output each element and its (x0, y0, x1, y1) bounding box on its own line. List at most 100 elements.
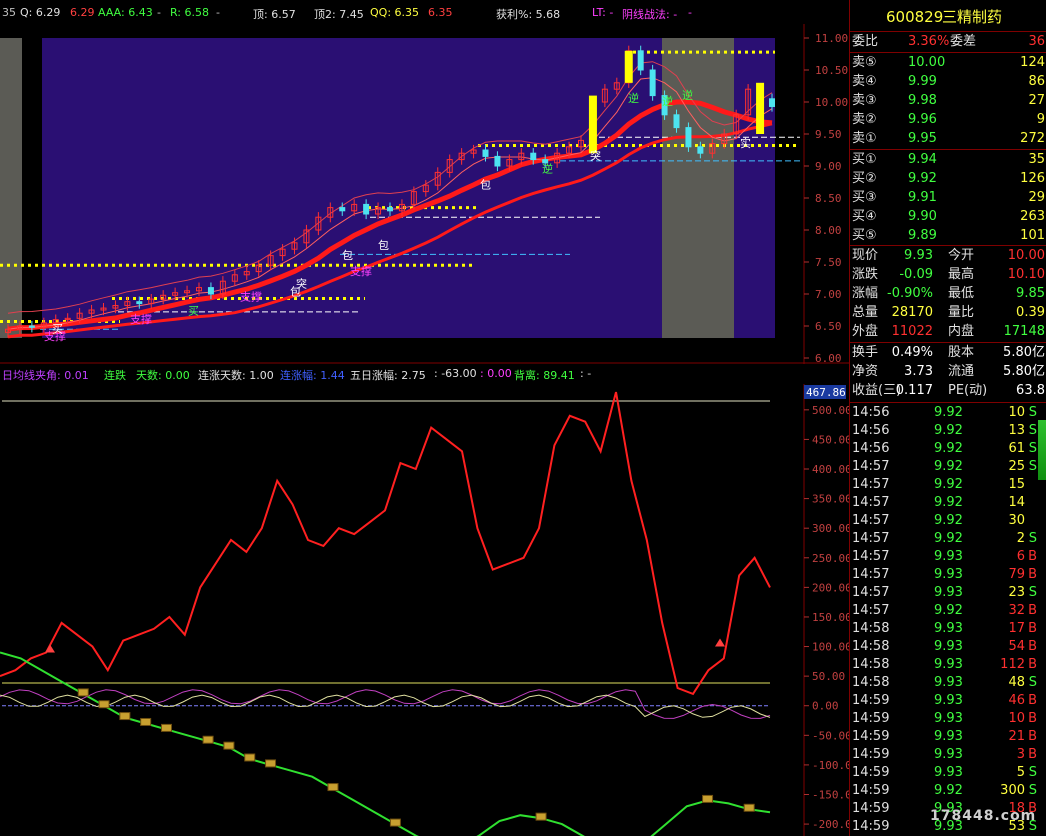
bid-volume: 29 (1028, 190, 1045, 205)
gold-marker (702, 794, 714, 803)
aaa-indicator: AAA: 6.43 (98, 6, 153, 19)
tick-time: 14:59 (852, 711, 890, 726)
profit-indicator: 获利%: 5.68 (496, 8, 561, 21)
y-tick-label: 7.00 (815, 288, 842, 301)
y-tick-label: 350.00 (812, 493, 849, 506)
gold-marker (265, 759, 277, 768)
lianzhang-indicator: 连跌 (104, 369, 126, 382)
ask-volume: 124 (1020, 55, 1045, 70)
bid-price: 9.91 (908, 190, 937, 205)
tianshu-indicator: 天数: 0.00 (136, 369, 190, 382)
divider (850, 342, 1046, 343)
period-label: 35 (2, 6, 16, 19)
quote-label: 今开 (948, 248, 975, 263)
quote-row: 现价 9.93 今开 10.00 (850, 247, 1046, 265)
stat-value: 0.49% (891, 345, 933, 360)
quote-label: 量比 (948, 305, 975, 320)
y-tick-label: 10.00 (815, 96, 848, 109)
bid-price: 9.89 (908, 228, 937, 243)
candle-body (136, 301, 143, 305)
tick-volume: 2 (1016, 531, 1025, 546)
tick-time: 14:58 (852, 639, 890, 654)
tick-time: 14:59 (852, 819, 890, 834)
sub-lines (0, 391, 771, 836)
tick-time: 14:58 (852, 675, 890, 690)
candle-body (363, 203, 370, 215)
bid-volume: 126 (1020, 171, 1045, 186)
y-tick-label: 9.50 (815, 128, 842, 141)
gold-marker (223, 741, 235, 750)
signal-label: 实 (740, 136, 751, 150)
ask-row: 卖① 9.95 272 (850, 130, 1046, 148)
signal-label: 逆 (542, 161, 553, 175)
sub-dash: : - (580, 367, 592, 380)
tick-side: B (1028, 639, 1037, 654)
sub-y-axis: 500.00 450.00 400.00 350.00 300.00 250.00 200.… (804, 404, 849, 831)
wuri-indicator: 五日涨幅: 2.75 (350, 369, 426, 382)
y-tick-label: 250.00 (812, 552, 849, 565)
y-tick-label: -50.00 (812, 729, 849, 742)
stock-code: 600829 (886, 8, 944, 26)
r-indicator: R: 6.58 (170, 6, 209, 19)
bid-row: 买⑤ 9.89 101 (850, 227, 1046, 245)
y-tick-label: 500.00 (812, 404, 849, 417)
tick-side: B (1028, 549, 1037, 564)
quote-row: 涨跌 -0.09 最高 10.10 (850, 266, 1046, 284)
tick-price: 9.92 (934, 513, 963, 528)
candle-body (769, 98, 775, 107)
ask-label: 卖① (852, 131, 877, 146)
scroll-indicator[interactable] (1038, 420, 1046, 480)
stat-row: 收益(三) 0.117 PE(动) 63.8 (850, 382, 1046, 400)
ask-label: 卖④ (852, 74, 877, 89)
stat-label: 股本 (948, 345, 975, 360)
quote-value: 28170 (891, 305, 933, 320)
dash-1: - (157, 6, 161, 19)
signal-label: 买 (52, 322, 63, 335)
bid-row: 买① 9.94 35 (850, 151, 1046, 169)
ask-row: 卖④ 9.99 86 (850, 73, 1046, 91)
tick-side: S (1028, 459, 1037, 474)
quote-value: 9.93 (904, 248, 933, 263)
angle-indicator: 日均线夹角: 0.01 (2, 369, 89, 382)
tick-price: 9.93 (934, 765, 963, 780)
main-candlestick-chart[interactable]: 11.00 10.50 10.00 9.50 9.00 8.50 8.00 7.50 7.00 6… (0, 24, 849, 364)
tick-side: S (1028, 585, 1037, 600)
shaded-region-left (0, 38, 22, 338)
y-tick-label: 6.00 (815, 352, 842, 364)
tick-row: 14:57 9.92 30 (850, 512, 1046, 530)
highlight-bar (756, 82, 765, 134)
y-tick-label: 400.00 (812, 463, 849, 476)
tick-side: B (1028, 729, 1037, 744)
gold-marker (140, 717, 152, 726)
tick-volume: 300 (1000, 783, 1025, 798)
bid-label: 买① (852, 152, 877, 167)
weicha-label: 委差 (950, 34, 977, 49)
tick-row: 14:56 9.92 10 S (850, 404, 1046, 422)
stock-title: 600829 三精制药 (850, 8, 1046, 26)
weibi-row: 委比 3.36% 委差 36 (850, 33, 1046, 51)
white-osc-line (0, 694, 771, 718)
quote-label: 涨跌 (852, 267, 879, 282)
lt-indicator: LT: - (592, 6, 614, 19)
sub-indicator-chart[interactable]: 467.86 500.00 450.00 400.00 350.00 300.00 250… (0, 384, 849, 836)
tick-time: 14:57 (852, 603, 890, 618)
bid-price: 9.90 (908, 209, 937, 224)
sub-indicator-bar: 日均线夹角: 0.01 连跌 天数: 0.00 连涨天数: 1.00 连涨幅: … (0, 364, 849, 384)
tick-price: 9.92 (934, 423, 963, 438)
qq-indicator-2: 6.35 (428, 6, 453, 19)
tick-volume: 48 (1008, 675, 1025, 690)
lianzhangfu-indicator: 连涨幅: 1.44 (280, 369, 345, 382)
tick-price: 9.93 (934, 657, 963, 672)
tick-volume: 54 (1008, 639, 1025, 654)
gold-marker (535, 812, 547, 821)
top2-indicator: 顶2: 7.45 (314, 8, 364, 21)
quote-value: 10.00 (1007, 248, 1045, 263)
gold-marker (244, 753, 256, 762)
tick-row: 14:58 9.93 112 B (850, 656, 1046, 674)
ask-price: 10.00 (908, 55, 946, 70)
divider (850, 52, 1046, 53)
divider (850, 402, 1046, 403)
y-tick-label: 150.00 (812, 611, 849, 624)
marker-value: 467.86 (806, 386, 846, 399)
tick-volume: 15 (1008, 477, 1025, 492)
